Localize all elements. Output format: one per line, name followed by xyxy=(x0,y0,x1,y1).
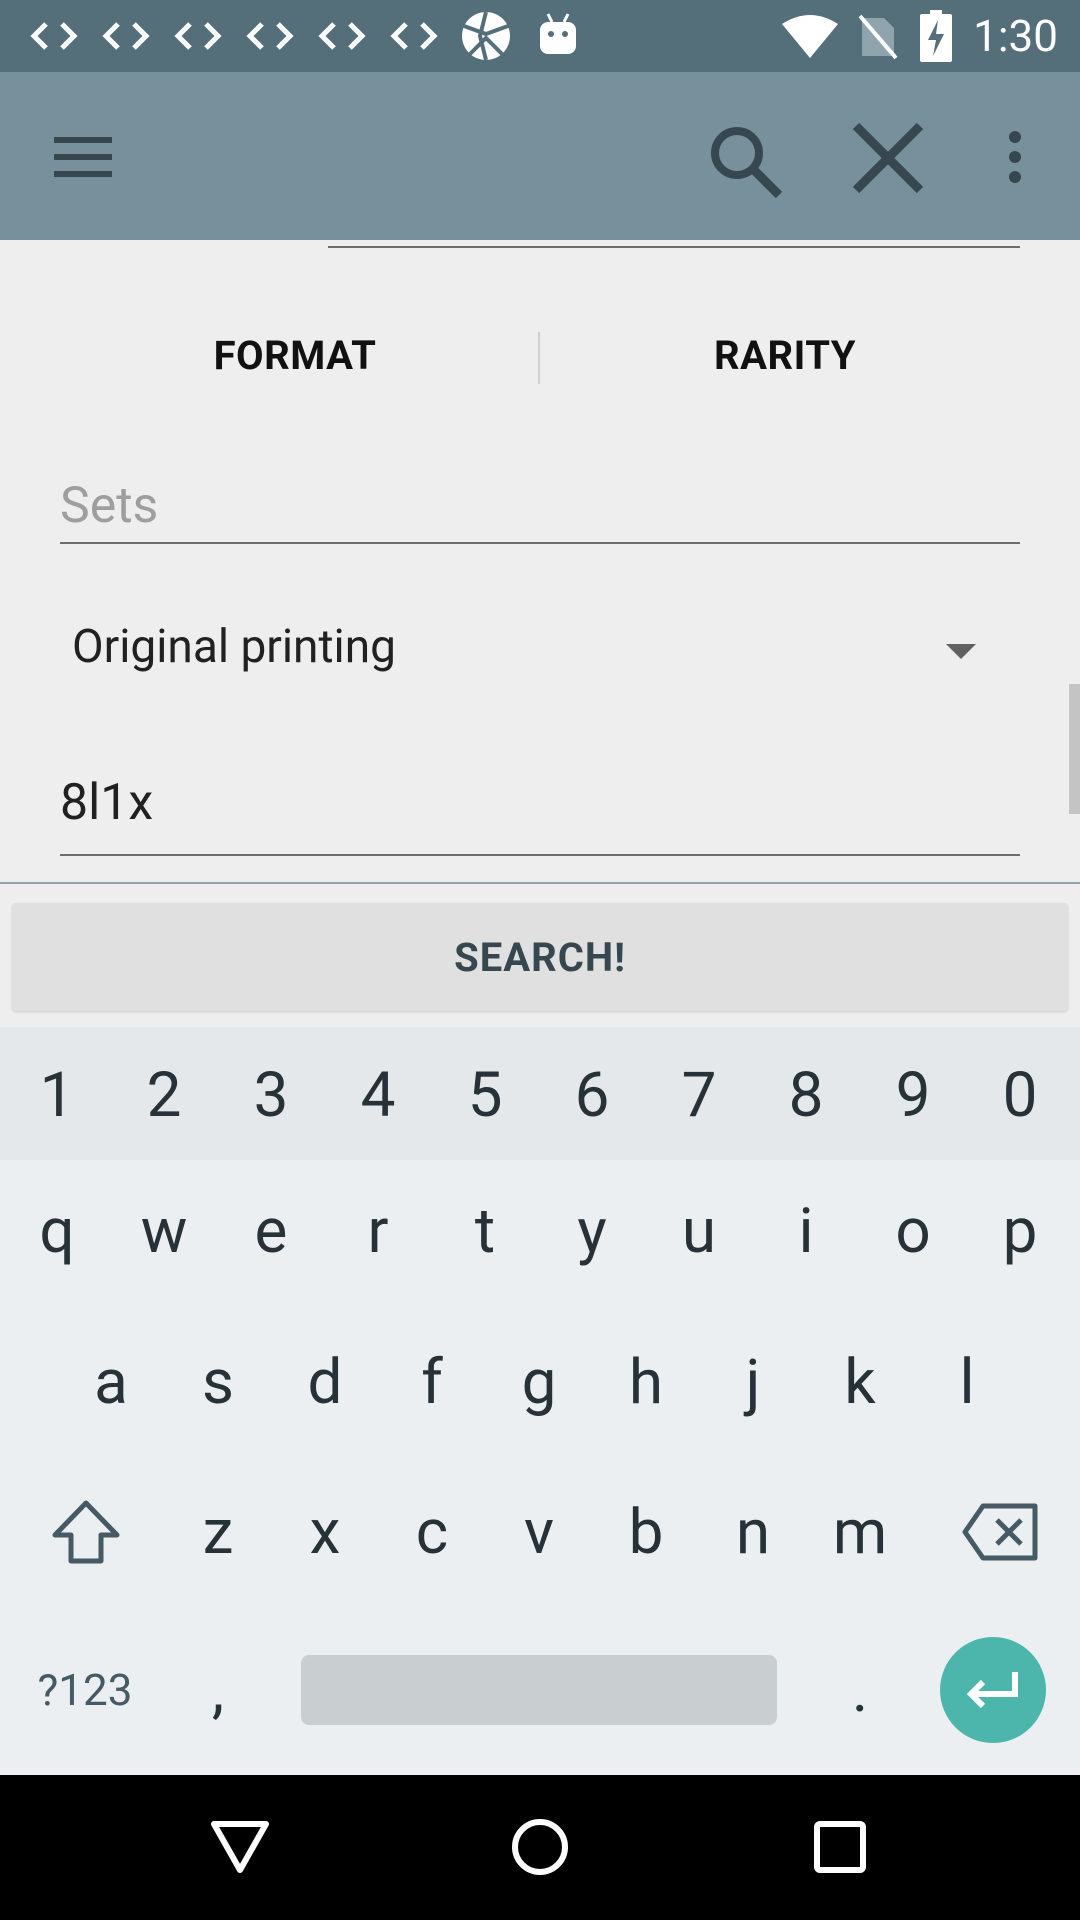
search-form: FORMAT RARITY Original printing 8l1x xyxy=(0,240,1080,882)
backspace-icon xyxy=(962,1503,1038,1561)
key-k[interactable]: k xyxy=(817,1332,903,1432)
key-w[interactable]: w xyxy=(121,1181,207,1281)
comma-key[interactable]: , xyxy=(175,1640,261,1740)
back-icon[interactable] xyxy=(200,1807,280,1887)
key-0[interactable]: 0 xyxy=(977,1047,1063,1143)
shift-key[interactable] xyxy=(36,1482,136,1582)
printing-selected-value: Original printing xyxy=(72,620,396,674)
key-3[interactable]: 3 xyxy=(228,1047,314,1143)
soft-keyboard: 1 2 3 4 5 6 7 8 9 0 q w e r t y u i o p … xyxy=(0,1027,1080,1775)
query-underline xyxy=(60,854,1020,856)
code-icon xyxy=(100,16,152,56)
key-6[interactable]: 6 xyxy=(549,1047,635,1143)
key-9[interactable]: 9 xyxy=(870,1047,956,1143)
code-icon xyxy=(172,16,224,56)
key-e[interactable]: e xyxy=(228,1181,314,1281)
key-p[interactable]: p xyxy=(977,1181,1063,1281)
field-underline xyxy=(328,246,1020,248)
tab-format[interactable]: FORMAT xyxy=(110,332,480,379)
recents-icon[interactable] xyxy=(800,1807,880,1887)
home-icon[interactable] xyxy=(500,1807,580,1887)
code-icon xyxy=(388,16,440,56)
key-v[interactable]: v xyxy=(496,1482,582,1582)
toolbar xyxy=(0,72,1080,240)
search-icon[interactable] xyxy=(700,116,790,206)
wifi-icon xyxy=(782,14,838,58)
key-r[interactable]: r xyxy=(335,1181,421,1281)
key-1[interactable]: 1 xyxy=(14,1047,100,1143)
query-input[interactable]: 8l1x xyxy=(60,774,153,832)
code-icon xyxy=(244,16,296,56)
key-5[interactable]: 5 xyxy=(442,1047,528,1143)
query-field[interactable]: 8l1x xyxy=(60,770,1020,850)
no-sim-icon xyxy=(858,12,898,60)
key-c[interactable]: c xyxy=(389,1482,475,1582)
code-icon xyxy=(28,16,80,56)
symbols-key[interactable]: ?123 xyxy=(20,1640,150,1740)
printing-spinner[interactable]: Original printing xyxy=(60,610,1020,700)
scrollbar-thumb[interactable] xyxy=(1069,684,1080,814)
hamburger-menu-icon[interactable] xyxy=(44,122,124,192)
key-q[interactable]: q xyxy=(14,1181,100,1281)
key-g[interactable]: g xyxy=(496,1332,582,1432)
space-key[interactable] xyxy=(301,1655,777,1725)
enter-key[interactable] xyxy=(940,1637,1046,1743)
backspace-key[interactable] xyxy=(946,1482,1056,1582)
battery-charging-icon xyxy=(920,10,952,62)
key-d[interactable]: d xyxy=(282,1332,368,1432)
key-a[interactable]: a xyxy=(68,1332,154,1432)
key-o[interactable]: o xyxy=(870,1181,956,1281)
key-8[interactable]: 8 xyxy=(763,1047,849,1143)
key-i[interactable]: i xyxy=(763,1181,849,1281)
key-z[interactable]: z xyxy=(175,1482,261,1582)
status-bar: 1:30 xyxy=(0,0,1080,72)
sets-underline xyxy=(60,542,1020,544)
search-button-label: SEARCH! xyxy=(454,933,626,981)
key-4[interactable]: 4 xyxy=(335,1047,421,1143)
key-j[interactable]: j xyxy=(710,1332,796,1432)
number-row: 1 2 3 4 5 6 7 8 9 0 xyxy=(0,1027,1080,1160)
android-icon xyxy=(538,12,578,56)
shift-icon xyxy=(52,1500,120,1564)
enter-icon xyxy=(966,1672,1018,1709)
sets-field[interactable] xyxy=(60,470,1020,544)
sets-input[interactable] xyxy=(60,470,1020,542)
aperture-icon xyxy=(460,10,512,62)
key-u[interactable]: u xyxy=(656,1181,742,1281)
more-vert-icon[interactable] xyxy=(990,122,1040,192)
tab-divider xyxy=(538,332,540,384)
key-n[interactable]: n xyxy=(710,1482,796,1582)
tab-rarity[interactable]: RARITY xyxy=(600,332,970,379)
code-icon xyxy=(316,16,368,56)
key-b[interactable]: b xyxy=(603,1482,689,1582)
close-icon[interactable] xyxy=(846,116,930,200)
search-button[interactable]: SEARCH! xyxy=(12,903,1068,1011)
status-time: 1:30 xyxy=(973,10,1058,62)
key-y[interactable]: y xyxy=(549,1181,635,1281)
key-h[interactable]: h xyxy=(603,1332,689,1432)
key-7[interactable]: 7 xyxy=(656,1047,742,1143)
key-x[interactable]: x xyxy=(282,1482,368,1582)
key-f[interactable]: f xyxy=(389,1332,475,1432)
key-t[interactable]: t xyxy=(442,1181,528,1281)
key-l[interactable]: l xyxy=(924,1332,1010,1432)
key-m[interactable]: m xyxy=(817,1482,903,1582)
navigation-bar xyxy=(0,1775,1080,1920)
key-s[interactable]: s xyxy=(175,1332,261,1432)
divider xyxy=(0,882,1080,884)
key-2[interactable]: 2 xyxy=(121,1047,207,1143)
dropdown-arrow-icon xyxy=(946,644,976,659)
period-key[interactable]: . xyxy=(817,1640,903,1740)
